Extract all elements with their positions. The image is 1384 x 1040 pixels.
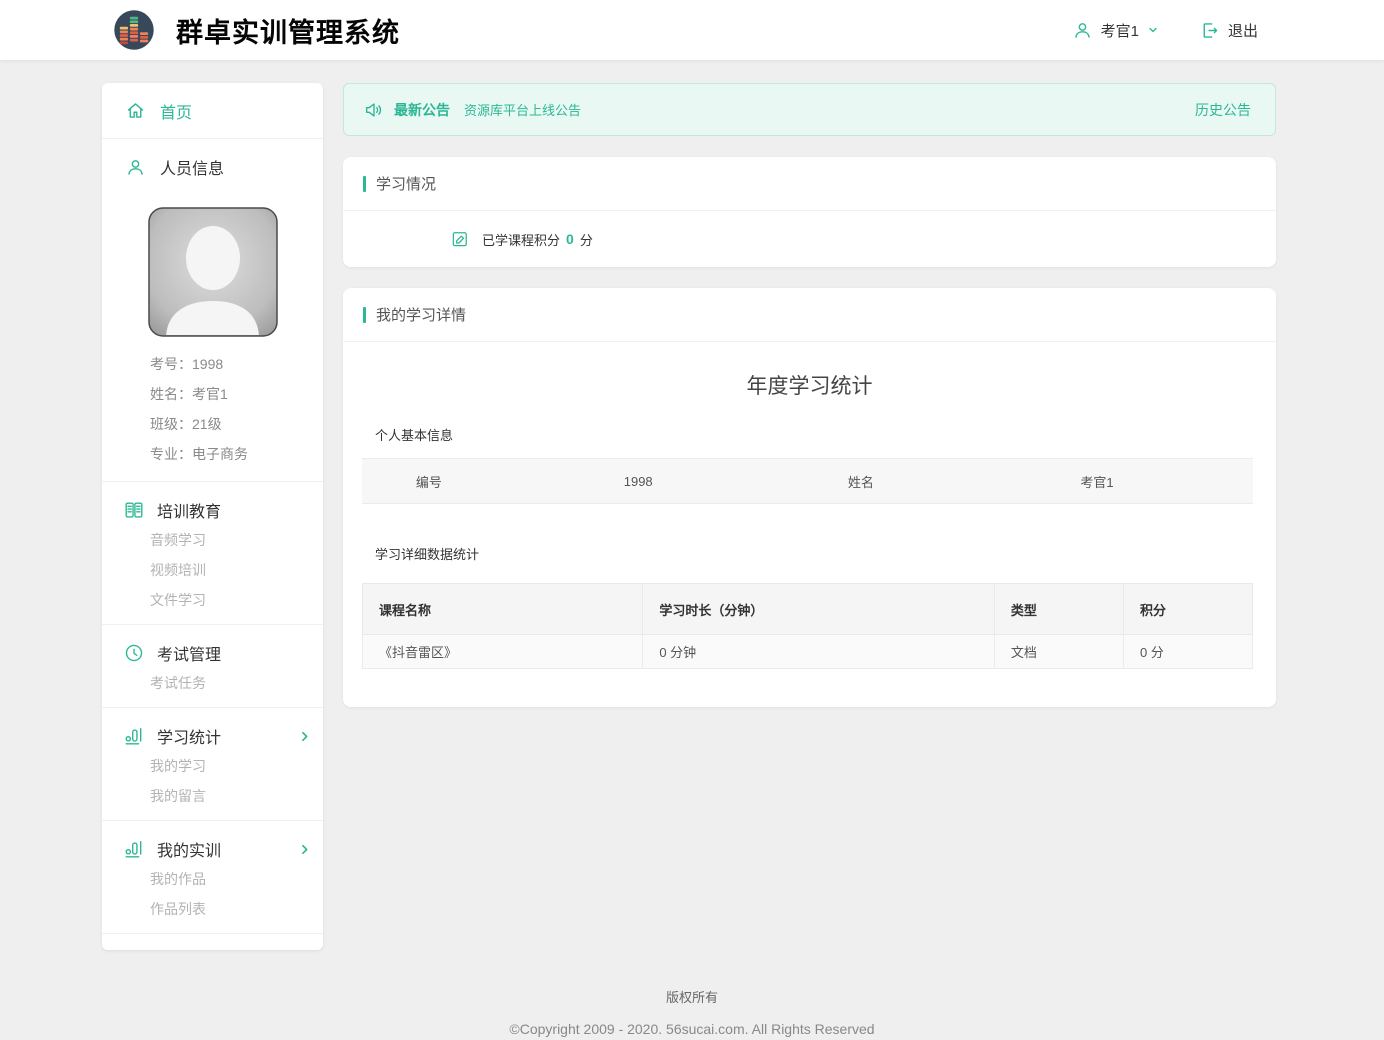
main-content: 最新公告 资源库平台上线公告 历史公告 学习情况 已学课程积分 0 分 (343, 83, 1276, 707)
study-detail-card: 我的学习详情 年度学习统计 个人基本信息 编号 1998 姓名 考官1 学习详细… (343, 288, 1276, 707)
score-label: 已学课程积分 (482, 230, 560, 249)
bar-chart-icon (123, 725, 145, 747)
chevron-right-icon (298, 843, 311, 856)
score-row: 已学课程积分 0 分 (343, 211, 1276, 267)
sidebar-section-title: 我的实训 (157, 837, 286, 861)
announcement-label: 最新公告 (394, 100, 450, 120)
app-title: 群卓实训管理系统 (176, 11, 400, 50)
clock-icon (123, 642, 145, 664)
sidebar-item-works-list[interactable]: 作品列表 (102, 894, 323, 924)
stats-table-label: 学习详细数据统计 (375, 544, 1276, 563)
basic-info-field-value: 1998 (496, 474, 781, 489)
sidebar-item-file-study[interactable]: 文件学习 (102, 585, 323, 615)
sidebar-section-exam-head[interactable]: 考试管理 (102, 638, 323, 668)
basic-info-field-label: 编号 (362, 472, 496, 491)
header-right: 考官1 退出 (1072, 20, 1258, 41)
history-announcements-link[interactable]: 历史公告 (1195, 100, 1251, 120)
sidebar-section-my-practice-head[interactable]: 我的实训 (102, 834, 323, 864)
cell-duration: 0 分钟 (643, 635, 995, 669)
chevron-right-icon (298, 730, 311, 743)
sidebar-section-training-head[interactable]: 培训教育 (102, 495, 323, 525)
study-detail-card-header: 我的学习详情 (343, 288, 1276, 342)
profile-major: 专业：电子商务 (102, 439, 323, 469)
logout-button[interactable]: 退出 (1199, 20, 1258, 41)
column-header-course: 课程名称 (363, 584, 643, 635)
announcement-link[interactable]: 资源库平台上线公告 (464, 100, 581, 119)
user-icon (1072, 20, 1093, 41)
basic-info-row: 编号 1998 姓名 考官1 (362, 458, 1253, 504)
sidebar-section-study-stats-head[interactable]: 学习统计 (102, 721, 323, 751)
sidebar: 首页 人员信息 (102, 83, 323, 950)
annual-report-title: 年度学习统计 (343, 342, 1276, 425)
column-header-type: 类型 (994, 584, 1123, 635)
sidebar-section-title: 学习统计 (157, 724, 286, 748)
page-layout: 首页 人员信息 (0, 60, 1384, 950)
sidebar-item-video-training[interactable]: 视频培训 (102, 555, 323, 585)
profile-name: 姓名：考官1 (102, 379, 323, 409)
basic-info-label: 个人基本信息 (375, 425, 1276, 444)
column-header-duration: 学习时长（分钟） (643, 584, 995, 635)
sidebar-item-exam-task[interactable]: 考试任务 (102, 668, 323, 698)
announcement-bar: 最新公告 资源库平台上线公告 历史公告 (343, 83, 1276, 136)
home-icon (125, 100, 146, 121)
study-detail-title: 我的学习详情 (376, 304, 466, 325)
sidebar-item-my-messages[interactable]: 我的留言 (102, 781, 323, 811)
brand: 群卓实训管理系统 (112, 8, 400, 52)
profile-block: 人员信息 考号：1998 (102, 139, 323, 482)
speaker-icon (363, 99, 385, 121)
study-status-title: 学习情况 (376, 173, 436, 194)
sidebar-item-label: 人员信息 (160, 155, 224, 179)
app-header: 群卓实训管理系统 考官1 退出 (0, 0, 1384, 60)
basic-info-field-label: 姓名 (781, 472, 941, 491)
sidebar-item-my-study[interactable]: 我的学习 (102, 751, 323, 781)
profile-exam-no: 考号：1998 (102, 349, 323, 379)
study-stats-table: 课程名称 学习时长（分钟） 类型 积分 《抖音雷区》 0 分钟 文档 0 分 (362, 583, 1253, 669)
chevron-down-icon (1147, 24, 1159, 36)
cell-score: 0 分 (1123, 635, 1252, 669)
sidebar-item-label: 首页 (160, 99, 192, 123)
table-row: 《抖音雷区》 0 分钟 文档 0 分 (363, 635, 1253, 669)
sidebar-tail (102, 934, 323, 950)
avatar (148, 207, 278, 337)
sidebar-section-exam: 考试管理 考试任务 (102, 625, 323, 708)
sidebar-section-my-practice: 我的实训 我的作品 作品列表 (102, 821, 323, 934)
sidebar-section-study-stats: 学习统计 我的学习 我的留言 (102, 708, 323, 821)
person-icon (125, 157, 146, 178)
edit-icon (450, 229, 470, 249)
copyright-notice: ©Copyright 2009 - 2020. 56sucai.com. All… (0, 1021, 1384, 1037)
copyright-owner: 版权所有 (0, 987, 1384, 1006)
study-status-card: 学习情况 已学课程积分 0 分 (343, 157, 1276, 267)
basic-info-field-value: 考官1 (941, 472, 1253, 491)
column-header-score: 积分 (1123, 584, 1252, 635)
sidebar-item-audio-study[interactable]: 音频学习 (102, 525, 323, 555)
score-value: 0 (566, 231, 574, 247)
equalizer-logo-icon (112, 8, 156, 52)
sidebar-item-my-works[interactable]: 我的作品 (102, 864, 323, 894)
user-name: 考官1 (1101, 20, 1139, 41)
sidebar-section-title: 考试管理 (157, 641, 221, 665)
accent-bar (363, 307, 366, 323)
logout-icon (1199, 20, 1220, 41)
profile-class: 班级：21级 (102, 409, 323, 439)
cell-course-name: 《抖音雷区》 (363, 635, 643, 669)
sidebar-section-title: 培训教育 (157, 498, 221, 522)
user-menu[interactable]: 考官1 (1072, 20, 1159, 41)
cell-type: 文档 (994, 635, 1123, 669)
sidebar-item-personnel[interactable]: 人员信息 (102, 139, 323, 195)
sidebar-section-training: 培训教育 音频学习 视频培训 文件学习 (102, 482, 323, 625)
score-unit: 分 (580, 230, 593, 249)
accent-bar (363, 176, 366, 192)
open-book-icon (123, 499, 145, 521)
table-header-row: 课程名称 学习时长（分钟） 类型 积分 (363, 584, 1253, 635)
sidebar-item-home[interactable]: 首页 (102, 83, 323, 139)
bar-chart-icon (123, 838, 145, 860)
logout-label: 退出 (1228, 20, 1258, 41)
study-status-card-header: 学习情况 (343, 157, 1276, 211)
page-footer: 版权所有 ©Copyright 2009 - 2020. 56sucai.com… (0, 987, 1384, 1037)
